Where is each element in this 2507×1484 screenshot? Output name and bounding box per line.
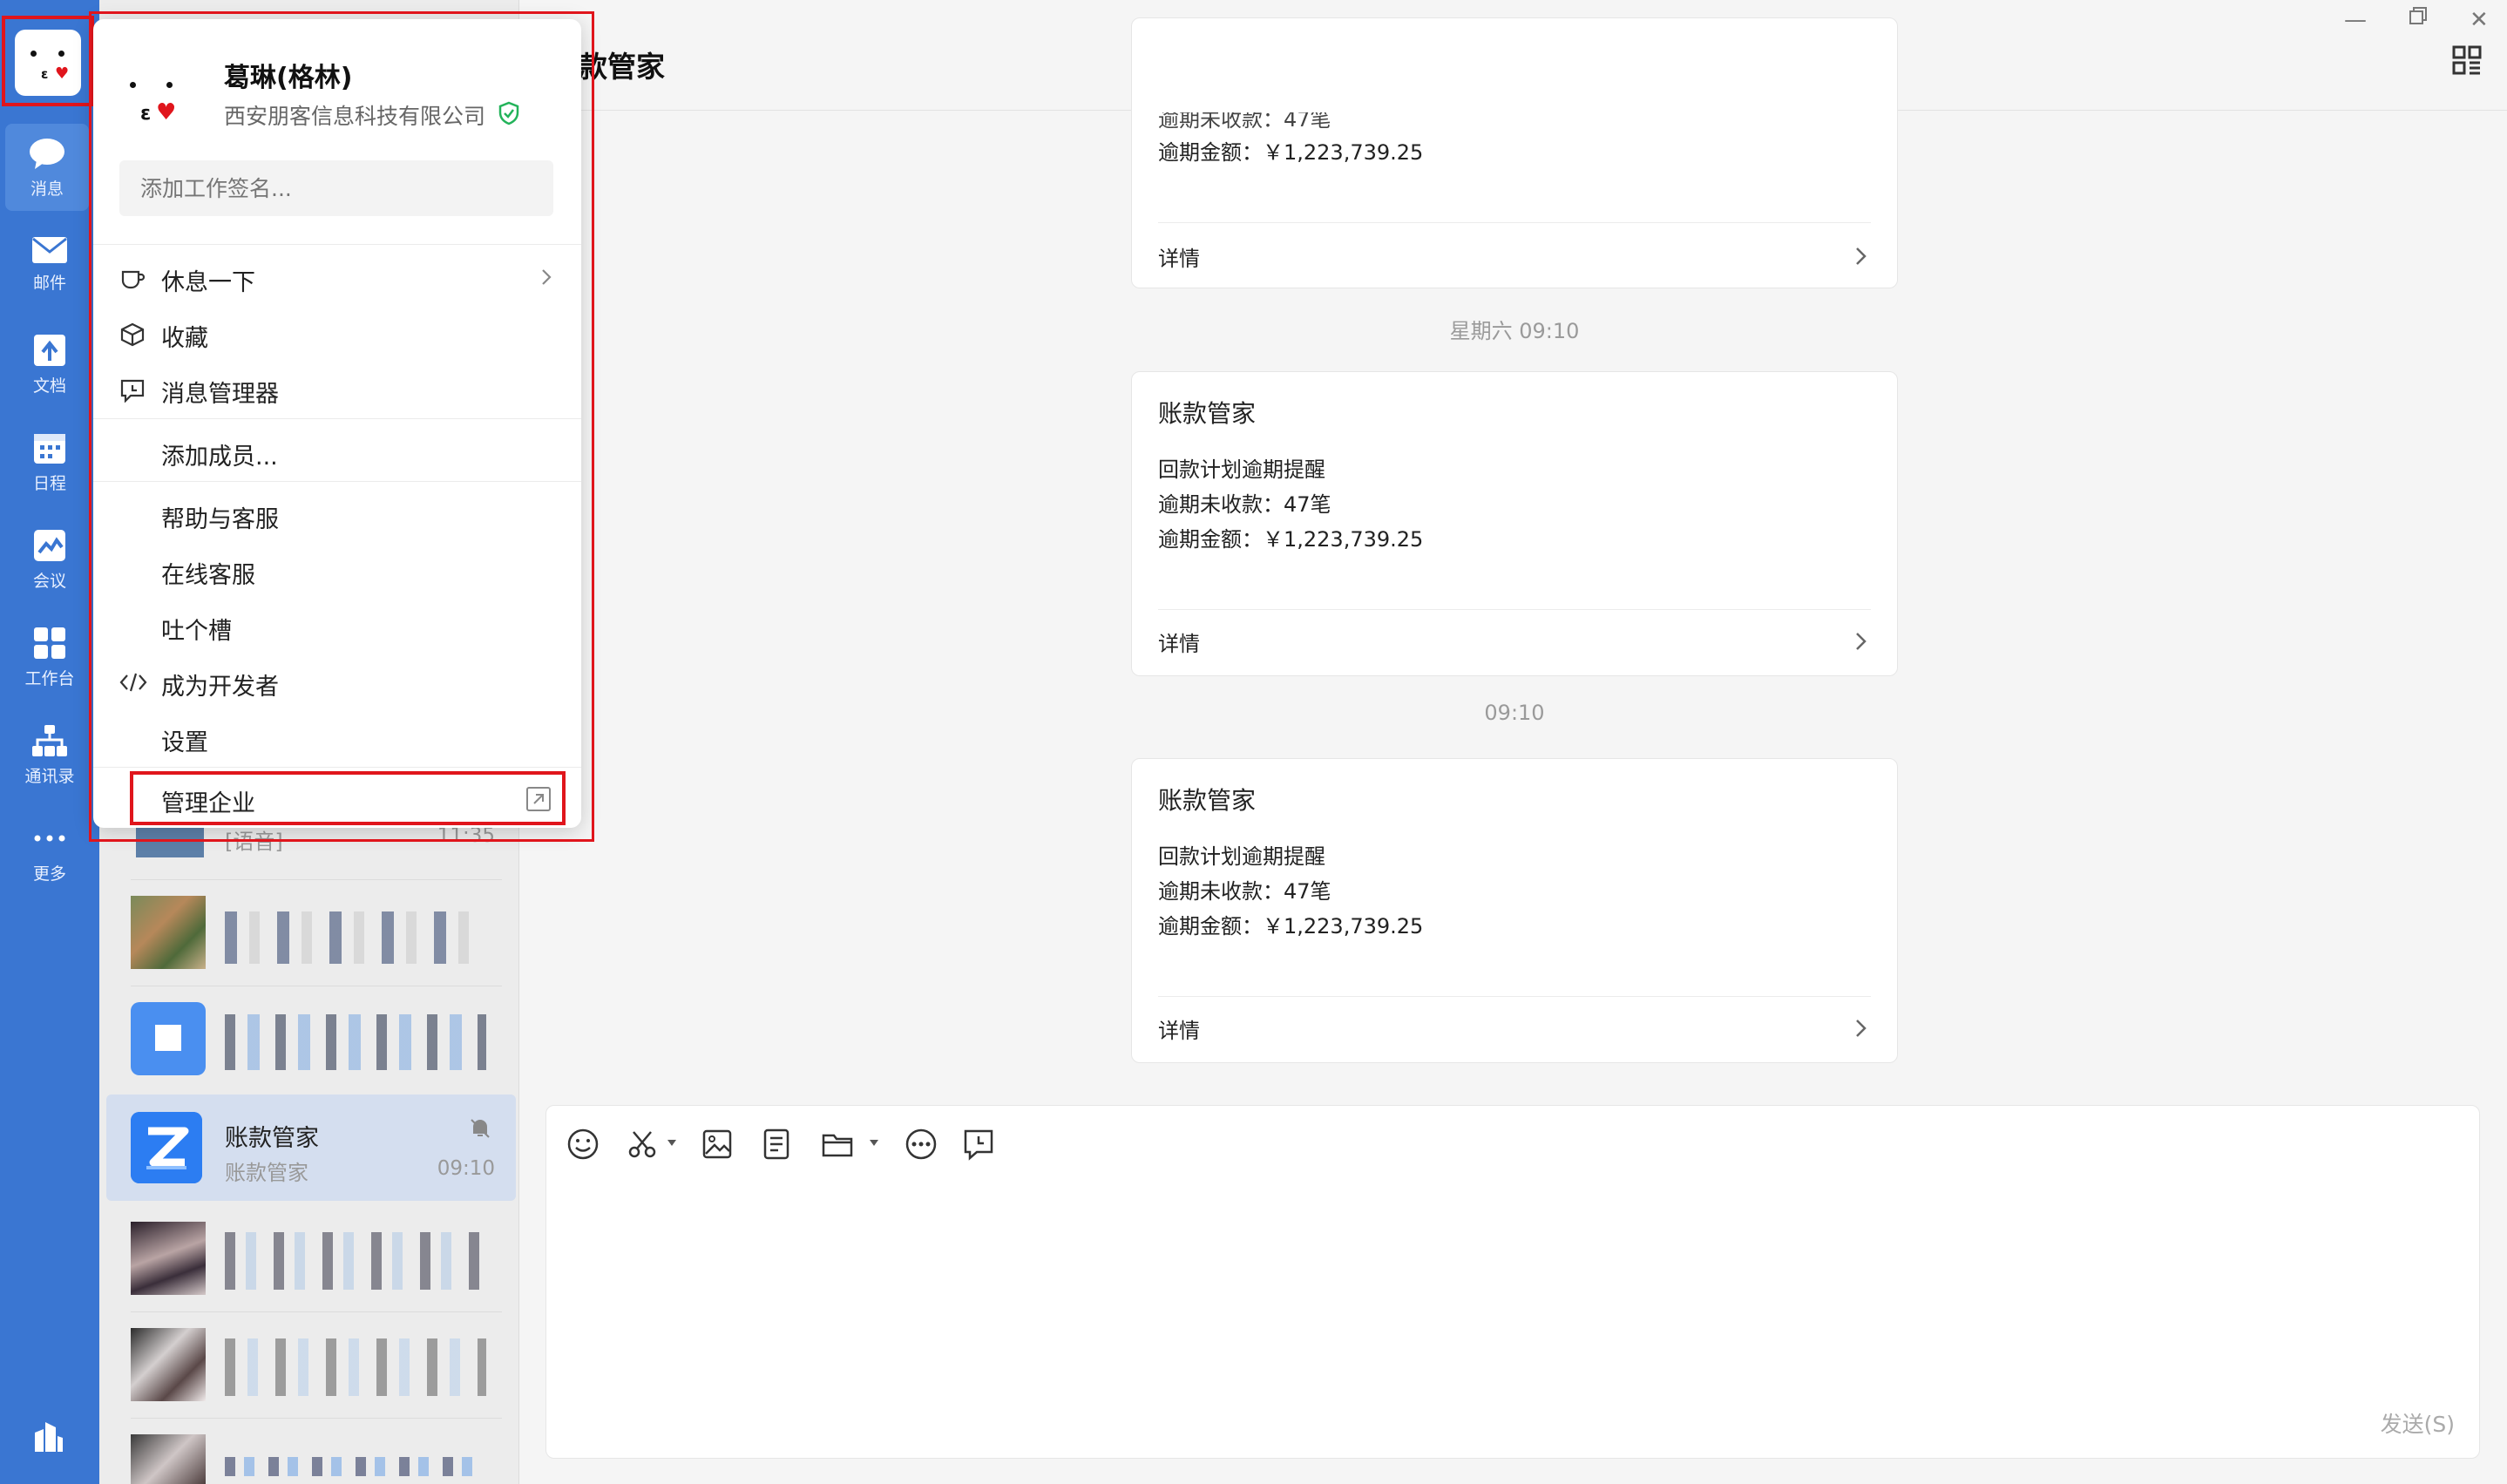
card-line: 回款计划逾期提醒 bbox=[1158, 457, 1325, 482]
menu-item-help[interactable]: 帮助与客服 bbox=[93, 488, 581, 542]
conversation-item[interactable] bbox=[106, 1206, 516, 1312]
menu-item-favorites[interactable]: 收藏 bbox=[93, 307, 581, 361]
message-icon bbox=[30, 139, 64, 169]
conversation-item[interactable] bbox=[106, 1419, 516, 1484]
card-detail-link[interactable]: 详情 bbox=[1158, 241, 1200, 272]
card-detail-link[interactable]: 详情 bbox=[1158, 1013, 1200, 1044]
send-button[interactable]: 发送(S) bbox=[2381, 1407, 2455, 1439]
time-stamp: 09:10 bbox=[1484, 701, 1545, 725]
conversation-item-selected[interactable]: 账款管家 账款管家 09:10 bbox=[106, 1094, 516, 1201]
calendar-icon bbox=[34, 434, 65, 464]
chat-panel: 款管家 — ✕ 逾期未收款：47笔 逾期金额：￥1,223,739.25 详情 … bbox=[519, 0, 2507, 1484]
rail-item-workbench[interactable]: 工作台 bbox=[0, 613, 99, 701]
conversation-preview: 账款管家 bbox=[225, 1161, 308, 1185]
blurred-avatar bbox=[131, 1434, 206, 1484]
message-card: 账款管家 回款计划逾期提醒 逾期未收款：47笔 逾期金额：￥1,223,739.… bbox=[1131, 371, 1898, 676]
card-line: 逾期未收款：47笔 bbox=[1158, 492, 1331, 517]
chevron-right-icon bbox=[542, 269, 552, 285]
meeting-icon bbox=[34, 530, 65, 561]
mute-bell-icon bbox=[471, 1119, 490, 1138]
chevron-right-icon[interactable] bbox=[1855, 1019, 1867, 1038]
avatar-highlight-box bbox=[2, 16, 94, 106]
code-icon bbox=[119, 673, 147, 692]
blurred-text bbox=[225, 1232, 486, 1290]
document-file-icon[interactable] bbox=[759, 1127, 794, 1162]
profile-avatar-icon: ε ♥ bbox=[118, 58, 196, 136]
screenshot-scissors-icon[interactable] bbox=[625, 1127, 660, 1162]
menu-item-rest[interactable]: 休息一下 bbox=[93, 251, 581, 305]
manage-enterprise-highlight-box bbox=[130, 771, 566, 825]
chevron-right-icon[interactable] bbox=[1855, 247, 1867, 266]
mail-icon bbox=[32, 237, 67, 263]
card-title: 账款管家 bbox=[1158, 399, 1257, 428]
blurred-text bbox=[225, 1338, 486, 1396]
blurred-avatar bbox=[131, 1328, 206, 1401]
message-card: 逾期未收款：47笔 逾期金额：￥1,223,739.25 详情 bbox=[1131, 17, 1898, 288]
chat-record-icon[interactable] bbox=[961, 1127, 996, 1162]
rail-item-messages[interactable]: 消息 bbox=[5, 124, 89, 211]
coffee-cup-icon bbox=[121, 270, 146, 289]
close-icon[interactable]: ✕ bbox=[2470, 7, 2489, 33]
minimize-icon[interactable]: — bbox=[2344, 7, 2367, 33]
blurred-text bbox=[225, 1457, 486, 1476]
left-nav-rail: ε ♥ 消息 邮件 文档 日程 会议 工作台 通讯录 更多 bbox=[0, 0, 99, 1484]
grid-apps-icon[interactable] bbox=[2452, 45, 2482, 75]
blurred-avatar bbox=[131, 896, 206, 969]
profile-popup-menu: ε ♥ 葛琳(格林) 西安朋客信息科技有限公司 休息一下 收藏 消息管理器 添加… bbox=[93, 19, 581, 828]
document-icon bbox=[34, 335, 65, 366]
card-line: 逾期金额：￥1,223,739.25 bbox=[1158, 527, 1424, 552]
conversation-preview: [语音] bbox=[225, 830, 283, 854]
card-line: 逾期未收款：47笔 bbox=[1158, 879, 1331, 904]
dropdown-caret-icon[interactable] bbox=[869, 1139, 879, 1148]
card-title: 账款管家 bbox=[1158, 786, 1257, 815]
profile-name: 葛琳(格林) bbox=[224, 63, 353, 93]
blurred-text bbox=[225, 1014, 486, 1070]
menu-item-add-member[interactable]: 添加成员... bbox=[93, 425, 581, 479]
conversation-item[interactable] bbox=[106, 880, 516, 986]
message-manager-icon bbox=[120, 379, 145, 403]
menu-item-online-service[interactable]: 在线客服 bbox=[93, 544, 581, 598]
rail-item-docs[interactable]: 文档 bbox=[0, 321, 99, 408]
message-composer[interactable]: 发送(S) bbox=[545, 1105, 2480, 1459]
conversation-time: 09:10 bbox=[437, 1157, 495, 1180]
menu-item-feedback[interactable]: 吐个槽 bbox=[93, 600, 581, 654]
folder-icon[interactable] bbox=[820, 1127, 855, 1162]
rail-item-calendar[interactable]: 日程 bbox=[0, 418, 99, 505]
rail-item-meeting[interactable]: 会议 bbox=[0, 516, 99, 603]
dropdown-caret-icon[interactable] bbox=[667, 1139, 677, 1148]
work-signature-input[interactable] bbox=[119, 160, 553, 216]
time-stamp: 星期六 09:10 bbox=[1449, 319, 1580, 343]
rail-item-contacts[interactable]: 通讯录 bbox=[0, 711, 99, 798]
conversation-item[interactable] bbox=[106, 986, 516, 1093]
blurred-text bbox=[225, 911, 486, 964]
verified-shield-icon bbox=[498, 101, 519, 125]
workbench-icon bbox=[34, 627, 65, 659]
contacts-icon bbox=[32, 725, 67, 756]
more-options-icon[interactable] bbox=[904, 1127, 938, 1162]
card-detail-link[interactable]: 详情 bbox=[1158, 627, 1200, 657]
chevron-right-icon[interactable] bbox=[1855, 632, 1867, 651]
profile-company: 西安朋客信息科技有限公司 bbox=[224, 104, 486, 129]
zhangkuan-app-icon bbox=[131, 1112, 202, 1183]
emoji-icon[interactable] bbox=[566, 1127, 600, 1162]
card-line: 逾期金额：￥1,223,739.25 bbox=[1158, 914, 1424, 939]
card-line: 逾期金额：￥1,223,739.25 bbox=[1158, 140, 1424, 165]
image-icon[interactable] bbox=[700, 1127, 735, 1162]
menu-item-developer[interactable]: 成为开发者 bbox=[93, 655, 581, 709]
menu-item-message-manager[interactable]: 消息管理器 bbox=[93, 363, 581, 417]
rail-item-more[interactable]: 更多 bbox=[0, 809, 99, 896]
box-icon bbox=[120, 322, 145, 347]
more-icon bbox=[34, 835, 65, 842]
blurred-avatar bbox=[131, 1222, 206, 1295]
conversation-item[interactable] bbox=[106, 1312, 516, 1419]
rail-item-mail[interactable]: 邮件 bbox=[0, 223, 99, 310]
menu-item-settings[interactable]: 设置 bbox=[93, 711, 581, 765]
restore-icon[interactable] bbox=[2409, 5, 2428, 31]
building-icon[interactable] bbox=[31, 1419, 66, 1454]
conversation-name: 账款管家 bbox=[225, 1125, 319, 1152]
card-line: 回款计划逾期提醒 bbox=[1158, 844, 1325, 869]
card-line: 逾期未收款：47笔 bbox=[1158, 107, 1331, 132]
chat-title: 款管家 bbox=[579, 50, 665, 84]
message-card: 账款管家 回款计划逾期提醒 逾期未收款：47笔 逾期金额：￥1,223,739.… bbox=[1131, 758, 1898, 1063]
